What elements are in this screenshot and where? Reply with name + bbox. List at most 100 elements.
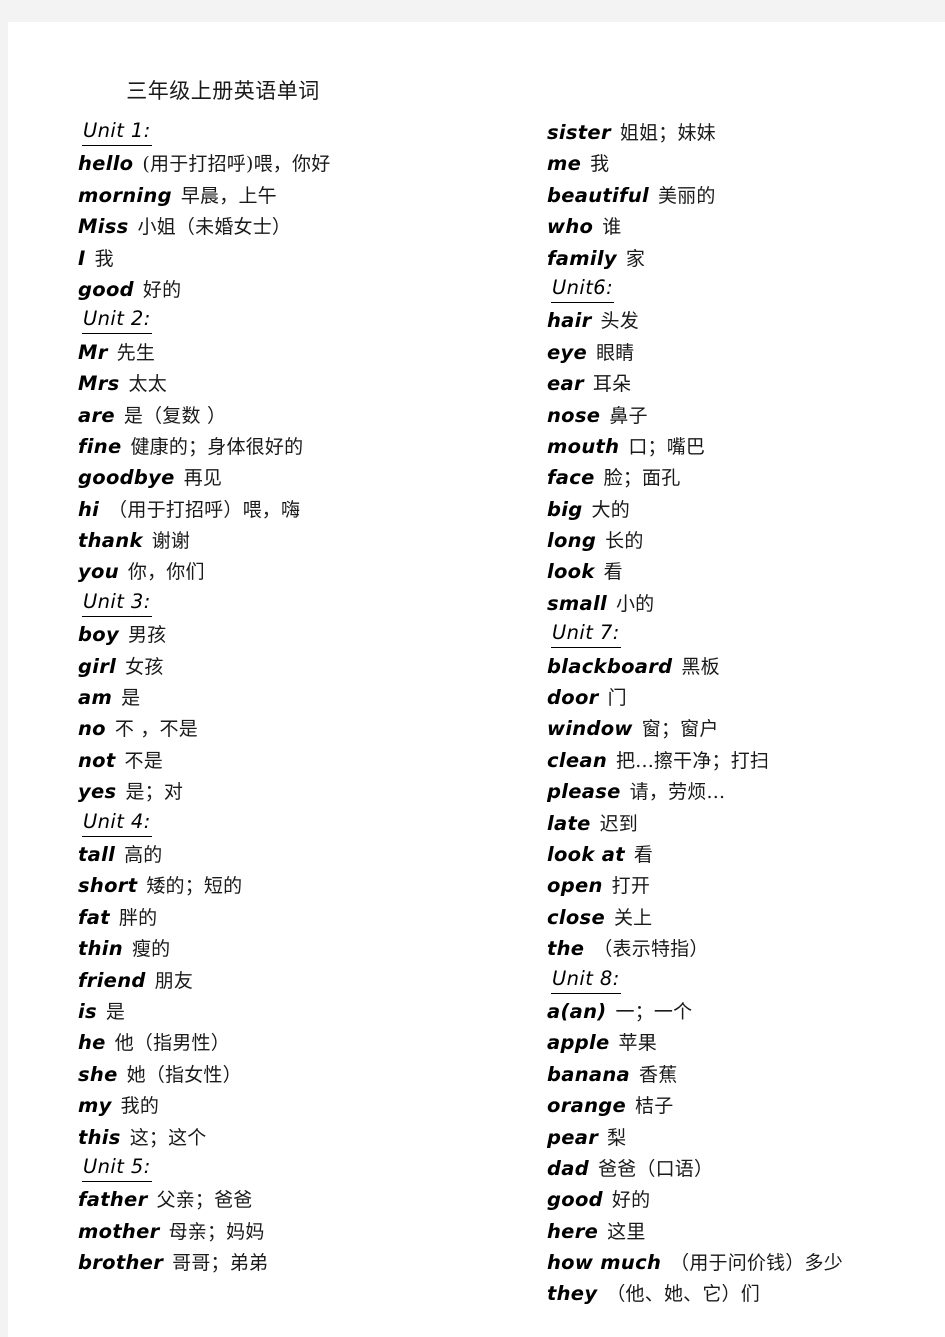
vocabulary-word-english: face: [547, 466, 595, 490]
vocabulary-entry: mother 母亲；妈妈: [78, 1216, 518, 1247]
vocabulary-entry: brother 哥哥；弟弟: [78, 1247, 518, 1278]
vocabulary-entry: fat 胖的: [78, 902, 518, 933]
vocabulary-entry: not 不是: [78, 745, 518, 776]
vocabulary-word-english: mouth: [547, 434, 620, 458]
vocabulary-entry: goodbye 再见: [78, 462, 518, 493]
vocabulary-entry: short 矮的；短的: [78, 870, 518, 901]
vocabulary-word-chinese: 女孩: [125, 655, 164, 678]
vocabulary-word-chinese: （表示特指）: [593, 938, 709, 961]
vocabulary-word-chinese: 瘦的: [131, 938, 171, 961]
vocabulary-entry: window 窗；窗户: [547, 713, 945, 744]
unit-heading: Unit 3:: [78, 588, 518, 619]
vocabulary-word-chinese: 男孩: [127, 624, 167, 647]
page-title: 三年级上册英语单词: [126, 79, 320, 103]
vocabulary-word-english: beautiful: [547, 183, 649, 207]
vocabulary-word-english: thin: [78, 937, 123, 961]
vocabulary-word-english: who: [547, 215, 594, 239]
vocabulary-word-chinese: 香蕉: [639, 1063, 678, 1086]
vocabulary-entry: eye 眼睛: [547, 337, 945, 368]
vocabulary-word-english: girl: [78, 654, 117, 678]
vocabulary-entry: ear 耳朵: [547, 368, 945, 399]
vocabulary-word-english: this: [78, 1125, 121, 1149]
vocabulary-entry: fine 健康的；身体很好的: [78, 431, 518, 462]
vocabulary-entry: here 这里: [547, 1216, 945, 1247]
vocabulary-word-english: sister: [547, 121, 611, 144]
vocabulary-word-english: ear: [547, 372, 584, 396]
vocabulary-word-chinese: 看: [633, 843, 654, 866]
vocabulary-word-english: Miss: [78, 215, 129, 239]
unit-heading-label: Unit 4:: [82, 810, 152, 837]
vocabulary-entry: look at 看: [547, 839, 945, 870]
vocabulary-entry: he 他（指男性）: [78, 1027, 518, 1058]
vocabulary-word-english: apple: [547, 1031, 610, 1055]
unit-heading: Unit 4:: [78, 808, 518, 839]
vocabulary-word-english: she: [78, 1062, 118, 1086]
vocabulary-word-chinese: 窗；窗户: [641, 718, 719, 741]
vocabulary-word-english: good: [78, 277, 134, 301]
vocabulary-entry: hello (用于打招呼)喂，你好: [78, 148, 518, 179]
vocabulary-entry: this 这；这个: [78, 1122, 518, 1153]
vocabulary-word-chinese: 他（指男性）: [114, 1032, 230, 1055]
vocabulary-word-chinese: 是: [105, 1000, 126, 1023]
vocabulary-word-english: good: [547, 1188, 603, 1212]
vocabulary-entry: face 脸；面孔: [547, 462, 945, 493]
vocabulary-word-english: small: [547, 591, 607, 615]
vocabulary-word-english: me: [547, 152, 582, 176]
vocabulary-word-chinese: （他、她、它）们: [606, 1283, 760, 1306]
vocabulary-entry: am 是: [78, 682, 518, 713]
vocabulary-entry: she 她（指女性）: [78, 1059, 518, 1090]
vocabulary-word-chinese: 好的: [611, 1189, 651, 1212]
vocabulary-word-english: they: [547, 1282, 598, 1306]
vocabulary-word-english: blackboard: [547, 654, 673, 678]
vocabulary-word-chinese: 朋友: [154, 969, 194, 992]
vocabulary-word-chinese: 梨: [607, 1126, 627, 1149]
vocabulary-word-english: nose: [547, 403, 601, 427]
vocabulary-word-english: Mr: [78, 340, 108, 364]
vocabulary-word-chinese: 先生: [116, 341, 156, 364]
vocabulary-entry: the （表示特指）: [547, 933, 945, 964]
vocabulary-word-chinese: 脸；面孔: [603, 467, 681, 490]
vocabulary-word-english: clean: [547, 748, 608, 772]
vocabulary-word-english: a(an): [547, 999, 607, 1023]
vocabulary-entry: banana 香蕉: [547, 1059, 945, 1090]
vocabulary-entry: orange 桔子: [547, 1090, 945, 1121]
vocabulary-word-english: how much: [547, 1251, 662, 1275]
vocabulary-word-english: pear: [547, 1125, 599, 1149]
vocabulary-word-chinese: 高的: [124, 843, 163, 866]
vocabulary-word-chinese: 看: [603, 561, 623, 584]
vocabulary-entry: thin 瘦的: [78, 933, 518, 964]
vocabulary-entry: pear 梨: [547, 1122, 945, 1153]
vocabulary-word-chinese: 苹果: [618, 1032, 657, 1055]
vocabulary-entry: is 是: [78, 996, 518, 1027]
vocabulary-word-english: thank: [78, 529, 143, 553]
vocabulary-word-chinese: 不是: [124, 749, 163, 772]
vocabulary-word-english: is: [78, 999, 97, 1023]
vocabulary-word-chinese: 谁: [602, 216, 622, 239]
vocabulary-entry: no 不 ，不是: [78, 713, 518, 744]
vocabulary-word-english: open: [547, 874, 603, 898]
vocabulary-word-english: here: [547, 1219, 599, 1243]
vocabulary-word-chinese: 眼睛: [596, 341, 635, 364]
vocabulary-word-chinese: 请，劳烦...: [629, 781, 726, 804]
vocabulary-word-english: mother: [78, 1219, 160, 1243]
vocabulary-entry: Miss 小姐（未婚女士）: [78, 211, 518, 242]
vocabulary-word-english: window: [547, 717, 633, 741]
vocabulary-entry: you 你，你们: [78, 556, 518, 587]
vocabulary-word-english: am: [78, 686, 113, 710]
vocabulary-entry: close 关上: [547, 902, 945, 933]
vocabulary-word-english: my: [78, 1094, 112, 1118]
unit-heading-label: Unit 1:: [82, 119, 152, 146]
vocabulary-entry: blackboard 黑板: [547, 651, 945, 682]
vocabulary-word-chinese: 我: [94, 247, 114, 270]
vocabulary-entry: good 好的: [547, 1184, 945, 1215]
vocabulary-word-english: morning: [78, 183, 172, 207]
vocabulary-entry: are 是（复数 ）: [78, 400, 518, 431]
vocabulary-entry: I我: [78, 243, 518, 274]
vocabulary-entry: tall 高的: [78, 839, 518, 870]
vocabulary-column-right: sister 姐姐；妹妹 me 我 beautiful 美丽的 who 谁 family 家 Uni…: [547, 117, 945, 1310]
vocabulary-word-chinese: 健康的；身体很好的: [130, 435, 304, 458]
vocabulary-entry: thank 谢谢: [78, 525, 518, 556]
vocabulary-word-chinese: 耳朵: [592, 373, 632, 396]
vocabulary-entry: girl 女孩: [78, 651, 518, 682]
vocabulary-word-english: friend: [78, 968, 146, 992]
